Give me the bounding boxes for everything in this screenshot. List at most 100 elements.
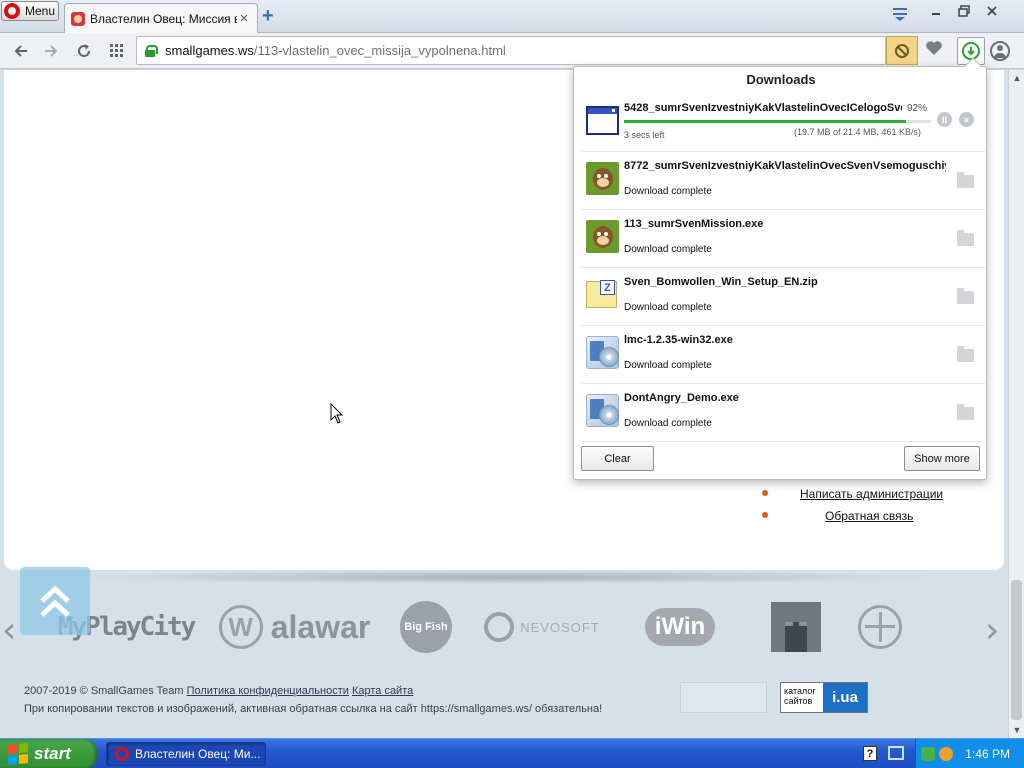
- scroll-down-arrow-icon[interactable]: ▼: [1009, 722, 1024, 738]
- taskbar-window-title: Властелин Овец: Ми...: [135, 747, 261, 761]
- bullet-icon: [762, 512, 768, 518]
- show-in-folder-icon[interactable]: [957, 230, 974, 246]
- sitemap-link[interactable]: Карта сайта: [352, 685, 413, 697]
- close-window-icon[interactable]: [978, 2, 1006, 20]
- minimize-icon[interactable]: [922, 2, 950, 20]
- catalog-badge-text: каталог сайтов: [784, 686, 816, 706]
- double-chevron-up-icon: [40, 585, 70, 617]
- partner-name-alawar: alawar: [270, 608, 371, 645]
- footer-copy-notice: При копировании текстов и изображений, а…: [24, 703, 603, 715]
- footer-copyright-line: 2007-2019 © SmallGames Team Политика кон…: [24, 685, 413, 697]
- tab-title: Властелин Овец: Миссия выполнена: [90, 11, 237, 26]
- windows-taskbar: start Властелин Овец: Ми... ? 1:46 PM: [0, 738, 1024, 768]
- alawar-w-icon: W: [218, 605, 263, 649]
- nevosoft-swirl-icon: [484, 612, 515, 642]
- download-file-name: lmc-1.2.35-win32.exe: [624, 334, 733, 346]
- privacy-policy-link[interactable]: Политика конфиденциальности: [187, 685, 349, 697]
- setup-installer-icon: [586, 336, 619, 369]
- show-in-folder-icon[interactable]: [957, 346, 974, 362]
- link-feedback[interactable]: Обратная связь: [825, 509, 913, 523]
- download-percent: 92%: [907, 103, 928, 114]
- downloads-panel: Downloads 5428_sumrSvenIzvestniyKakVlast…: [573, 57, 987, 480]
- browser-title-bar: Menu Властелин Овец: Миссия выполнена × …: [0, 0, 1024, 33]
- back-arrow-icon[interactable]: [10, 40, 32, 62]
- download-status: Download complete: [624, 418, 712, 429]
- forward-arrow-icon[interactable]: [40, 40, 62, 62]
- partner-logos-carousel: MyPlayCity W alawar Big Fish NEVOSOFT iW…: [0, 598, 1008, 658]
- show-in-folder-icon[interactable]: [957, 288, 974, 304]
- start-button[interactable]: start: [0, 739, 97, 768]
- download-status: Download complete: [624, 302, 712, 313]
- partner-logo-nevosoft[interactable]: NEVOSOFT: [482, 598, 602, 656]
- catalog-iua-badge[interactable]: каталог сайтов i.ua: [780, 682, 868, 713]
- windows-logo-icon: [8, 742, 28, 766]
- download-item[interactable]: DontAngry_Demo.exe Download complete: [581, 385, 985, 442]
- download-progress-bar: [624, 120, 931, 123]
- browser-tab[interactable]: Властелин Овец: Миссия выполнена ×: [64, 3, 258, 33]
- mouse-cursor-icon: [330, 403, 344, 424]
- search-tray-icon[interactable]: [939, 747, 954, 761]
- monkey-icon: [586, 220, 619, 253]
- system-tray: 1:46 PM: [915, 739, 1024, 768]
- download-size-info: (19.7 MB of 21.4 MB, 461 KB/s): [794, 127, 922, 137]
- profile-user-icon[interactable]: [990, 41, 1010, 61]
- download-item[interactable]: Z Sven_Bomwollen_Win_Setup_EN.zip Downlo…: [581, 269, 985, 326]
- exe-window-icon: [586, 106, 619, 135]
- scroll-up-arrow-icon[interactable]: ▲: [1009, 70, 1024, 86]
- menu-label: Menu: [25, 4, 56, 18]
- download-item[interactable]: lmc-1.2.35-win32.exe Download complete: [581, 327, 985, 384]
- scrollbar-thumb[interactable]: [1011, 580, 1022, 720]
- pause-icon[interactable]: II: [937, 112, 952, 127]
- link-write-admin[interactable]: Написать администрации: [800, 487, 943, 501]
- show-in-folder-icon[interactable]: [957, 172, 974, 188]
- network-tray-icon[interactable]: [921, 747, 936, 761]
- download-item[interactable]: 8772_sumrSvenIzvestniyKakVlastelinOvecSv…: [581, 153, 985, 210]
- partner-logo-castle[interactable]: [771, 598, 821, 656]
- partner-logo-iwin[interactable]: iWin: [630, 598, 730, 656]
- close-tab-icon[interactable]: ×: [237, 10, 251, 27]
- download-progress-fill: [624, 120, 907, 123]
- clock[interactable]: 1:46 PM: [965, 747, 1010, 761]
- show-in-folder-icon[interactable]: [957, 404, 974, 420]
- url-host: smallgames.ws: [165, 43, 254, 58]
- download-file-name: 5428_sumrSvenIzvestniyKakVlastelinOvecIC…: [624, 102, 902, 114]
- restore-icon[interactable]: [950, 2, 978, 20]
- clear-downloads-button[interactable]: Clear: [581, 446, 654, 471]
- cancel-download-icon[interactable]: ×: [959, 112, 974, 127]
- broken-image-banner[interactable]: [680, 682, 767, 713]
- download-file-name: Sven_Bomwollen_Win_Setup_EN.zip: [624, 276, 818, 288]
- castle-tower-icon: [771, 602, 821, 652]
- new-tab-button[interactable]: +: [262, 5, 274, 28]
- download-status: Download complete: [624, 186, 712, 197]
- display-monitor-icon[interactable]: [888, 746, 904, 760]
- taskbar-opera-window[interactable]: Властелин Овец: Ми...: [106, 742, 266, 766]
- opera-logo-icon: [4, 3, 20, 19]
- bookmark-heart-icon[interactable]: [922, 40, 946, 62]
- address-bar[interactable]: smallgames.ws/113-vlastelin_ovec_missija…: [136, 36, 886, 65]
- download-item[interactable]: 113_sumrSvenMission.exe Download complet…: [581, 211, 985, 268]
- help-icon[interactable]: ?: [863, 746, 877, 761]
- games-circle-icon: [858, 605, 902, 649]
- url-path: /113-vlastelin_ovec_missija_vypolnena.ht…: [253, 43, 506, 58]
- ad-blocker-icon[interactable]: [886, 36, 918, 65]
- speed-dial-grid-icon[interactable]: [106, 40, 128, 62]
- download-item-active[interactable]: 5428_sumrSvenIzvestniyKakVlastelinOvecIC…: [581, 95, 985, 152]
- vertical-scrollbar[interactable]: ▲ ▼: [1008, 70, 1024, 738]
- zip-archive-icon: Z: [586, 280, 617, 308]
- download-file-name: 113_sumrSvenMission.exe: [624, 218, 764, 230]
- navigation-bar: smallgames.ws/113-vlastelin_ovec_missija…: [0, 33, 1024, 69]
- partner-logo-games-circle[interactable]: [855, 598, 905, 656]
- tab-menu-icon[interactable]: [890, 6, 910, 22]
- window-controls: [922, 2, 1006, 20]
- partner-logo-bigfish[interactable]: Big Fish: [398, 598, 454, 656]
- download-time-left: 3 secs left: [624, 130, 665, 140]
- site-favicon-icon: [71, 11, 85, 26]
- show-more-button[interactable]: Show more: [904, 446, 980, 471]
- scroll-to-top-button[interactable]: [20, 567, 90, 635]
- secure-lock-icon[interactable]: [145, 44, 158, 57]
- download-file-name: 8772_sumrSvenIzvestniyKakVlastelinOvecSv…: [624, 160, 946, 172]
- monkey-icon: [586, 162, 619, 195]
- partner-logo-alawar[interactable]: W alawar: [212, 598, 377, 656]
- reload-icon[interactable]: [73, 40, 95, 62]
- opera-menu-button[interactable]: Menu: [1, 1, 59, 21]
